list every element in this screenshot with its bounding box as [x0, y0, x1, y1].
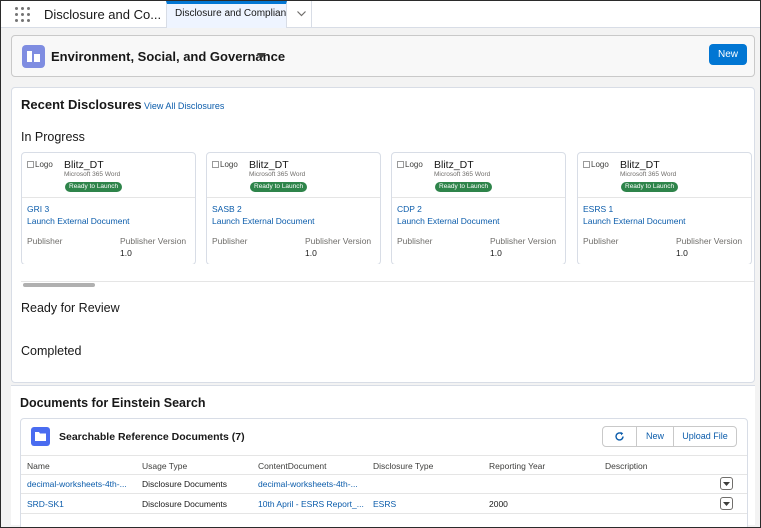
launch-external-document-link[interactable]: Launch External Document [212, 216, 315, 226]
tab-disclosure-compliance[interactable]: Disclosure and Complian... [166, 1, 287, 28]
launch-external-document-link[interactable]: Launch External Document [397, 216, 500, 226]
publisher-label: Publisher [27, 236, 63, 246]
disclosure-card[interactable]: Logo Blitz_DT Microsoft 365 Word Ready t… [577, 152, 752, 264]
disclosure-link[interactable]: SASB 2 [212, 204, 242, 214]
folder-icon [31, 427, 50, 446]
card-name: Blitz_DT [249, 159, 289, 171]
publisher-version-label: Publisher Version [305, 236, 372, 246]
column-header-usage-type[interactable]: Usage Type [142, 461, 187, 471]
row-actions-button[interactable] [720, 477, 733, 490]
disclosure-link[interactable]: CDP 2 [397, 204, 422, 214]
publisher-version-label: Publisher Version [490, 236, 557, 246]
launch-external-document-link[interactable]: Launch External Document [583, 216, 686, 226]
divider [578, 197, 751, 198]
related-list: Searchable Reference Documents (7) New U… [20, 418, 748, 527]
reporting-year-cell: 2000 [489, 499, 508, 509]
column-header-disclosure-type[interactable]: Disclosure Type [373, 461, 433, 471]
divider [207, 197, 380, 198]
publisher-label: Publisher [212, 236, 248, 246]
column-header-content-document[interactable]: ContentDocument [258, 461, 327, 471]
view-all-disclosures-link[interactable]: View All Disclosures [144, 101, 224, 111]
logo-image: Logo [212, 160, 238, 169]
card-name: Blitz_DT [620, 159, 660, 171]
disclosure-link[interactable]: GRI 3 [27, 204, 49, 214]
scrollbar-thumb[interactable] [23, 283, 95, 287]
table-row: decimal-worksheets-4th-... Disclosure Do… [21, 475, 747, 494]
card-name: Blitz_DT [434, 159, 474, 171]
publisher-version-value: 1.0 [305, 248, 317, 258]
card-name: Blitz_DT [64, 159, 104, 171]
disclosure-card[interactable]: Logo Blitz_DT Microsoft 365 Word Ready t… [206, 152, 381, 264]
publisher-version-value: 1.0 [490, 248, 502, 258]
disclosure-link[interactable]: ESRS 1 [583, 204, 613, 214]
chevron-down-icon [723, 482, 730, 486]
row-actions-button[interactable] [720, 497, 733, 510]
card-subtitle: Microsoft 365 Word [64, 171, 121, 178]
launch-external-document-link[interactable]: Launch External Document [27, 216, 130, 226]
publisher-version-label: Publisher Version [120, 236, 187, 246]
disclosure-card[interactable]: Logo Blitz_DT Microsoft 365 Word Ready t… [391, 152, 566, 264]
status-badge: Ready to Launch [65, 182, 123, 192]
usage-type-cell: Disclosure Documents [142, 479, 228, 489]
publisher-version-value: 1.0 [676, 248, 688, 258]
related-list-title[interactable]: Searchable Reference Documents (7) [59, 431, 245, 443]
horizontal-scrollbar[interactable] [21, 281, 754, 287]
publisher-label: Publisher [397, 236, 433, 246]
related-list-actions: New Upload File [602, 426, 737, 447]
chevron-down-icon [297, 11, 306, 17]
disclosure-type-cell[interactable]: ESRS [373, 499, 481, 509]
caret-down-icon[interactable] [257, 53, 266, 59]
record-name-link[interactable]: SRD-SK1 [27, 499, 135, 509]
global-nav: Disclosure and Co... Disclosure and Comp… [1, 1, 760, 28]
logo-image: Logo [583, 160, 609, 169]
tab-overflow-button[interactable] [291, 1, 312, 28]
publisher-version-label: Publisher Version [676, 236, 743, 246]
column-header-reporting-year[interactable]: Reporting Year [489, 461, 545, 471]
content-document-link[interactable]: decimal-worksheets-4th-... [258, 479, 366, 489]
app-name: Disclosure and Co... [44, 7, 162, 22]
chevron-down-icon [723, 502, 730, 506]
card-subtitle: Microsoft 365 Word [434, 171, 491, 178]
einstein-search-card: Documents for Einstein Search Searchable… [11, 385, 755, 527]
app-launcher-icon[interactable] [15, 7, 30, 22]
logo-image: Logo [27, 160, 53, 169]
divider [392, 197, 565, 198]
status-badge: Ready to Launch [250, 182, 308, 192]
group-in-progress: In Progress [21, 130, 85, 144]
recent-disclosures-card: Recent Disclosures View All Disclosures … [11, 87, 755, 383]
disclosure-card-list: Logo Blitz_DT Microsoft 365 Word Ready t… [21, 152, 754, 264]
record-name-link[interactable]: decimal-worksheets-4th-... [27, 479, 135, 489]
section-title: Documents for Einstein Search [20, 396, 206, 410]
logo-image: Logo [397, 160, 423, 169]
column-header-name[interactable]: Name [27, 461, 50, 471]
new-document-button[interactable]: New [636, 427, 673, 446]
section-title: Recent Disclosures [21, 97, 142, 112]
folder-app-icon [22, 45, 45, 68]
refresh-icon [615, 431, 624, 441]
status-badge: Ready to Launch [621, 182, 679, 192]
divider [22, 197, 195, 198]
card-subtitle: Microsoft 365 Word [249, 171, 306, 178]
publisher-version-value: 1.0 [120, 248, 132, 258]
refresh-button[interactable] [603, 427, 636, 446]
page-title: Environment, Social, and Governance [51, 49, 286, 64]
status-badge: Ready to Launch [435, 182, 493, 192]
content-document-link[interactable]: 10th April - ESRS Report_... [258, 499, 366, 509]
table-row: SRD-SK1 Disclosure Documents 10th April … [21, 495, 747, 514]
card-subtitle: Microsoft 365 Word [620, 171, 677, 178]
table-header: Name Usage Type ContentDocument Disclosu… [21, 455, 747, 475]
page-header: Environment, Social, and Governance New [11, 35, 755, 77]
publisher-label: Publisher [583, 236, 619, 246]
upload-file-button[interactable]: Upload File [673, 427, 736, 446]
app-frame: Disclosure and Co... Disclosure and Comp… [0, 0, 761, 528]
new-button[interactable]: New [709, 44, 747, 65]
disclosure-card[interactable]: Logo Blitz_DT Microsoft 365 Word Ready t… [21, 152, 196, 264]
group-ready-for-review: Ready for Review [21, 301, 120, 315]
group-completed: Completed [21, 344, 82, 358]
usage-type-cell: Disclosure Documents [142, 499, 228, 509]
column-header-description[interactable]: Description [605, 461, 648, 471]
